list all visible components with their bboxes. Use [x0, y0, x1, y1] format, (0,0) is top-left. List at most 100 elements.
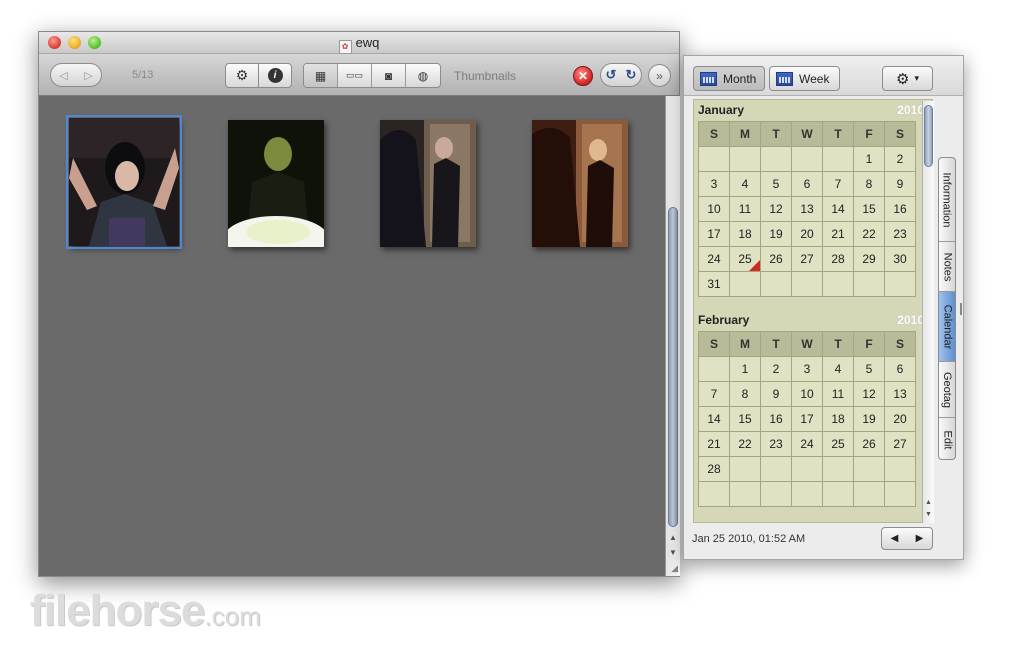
tab-calendar[interactable]: Calendar: [939, 292, 955, 362]
calendar-day[interactable]: 23: [760, 431, 792, 457]
title-bar[interactable]: ✿ ewq: [39, 32, 679, 54]
calendar-day[interactable]: 15: [853, 196, 885, 222]
calendar-day[interactable]: 31: [698, 271, 730, 297]
next-icon[interactable]: ▶: [916, 533, 924, 544]
view-grid-button[interactable]: ▦: [304, 64, 338, 87]
calendar-day[interactable]: 28: [698, 456, 730, 482]
info-button[interactable]: i: [258, 63, 292, 88]
calendar-day[interactable]: 28: [822, 246, 854, 272]
calendar-day[interactable]: 8: [729, 381, 761, 407]
back-icon[interactable]: ◁: [59, 69, 67, 82]
tab-information[interactable]: Information: [939, 158, 955, 242]
calendar-day[interactable]: 14: [822, 196, 854, 222]
calendar-day[interactable]: 13: [884, 381, 916, 407]
calendar-day[interactable]: 5: [853, 356, 885, 382]
calendar-day[interactable]: 16: [760, 406, 792, 432]
view-filmstrip-button[interactable]: ▭▭: [338, 64, 372, 87]
calendar-day[interactable]: 6: [884, 356, 916, 382]
calendar-scroll-thumb[interactable]: [924, 105, 933, 167]
calendar-day[interactable]: 11: [729, 196, 761, 222]
month-view-button[interactable]: Month: [693, 66, 765, 91]
tab-geotag[interactable]: Geotag: [939, 362, 955, 418]
delete-button[interactable]: ✕: [573, 66, 593, 86]
view-single-button[interactable]: ◙: [372, 64, 406, 87]
tab-notes[interactable]: Notes: [939, 242, 955, 292]
calendar-day[interactable]: 10: [791, 381, 823, 407]
calendar-day[interactable]: 3: [791, 356, 823, 382]
photo-thumbnail[interactable]: [532, 120, 628, 247]
forward-icon[interactable]: ▷: [84, 69, 92, 82]
calendar-day[interactable]: 1: [853, 146, 885, 172]
calendar-day[interactable]: 19: [760, 221, 792, 247]
inspector-action-menu[interactable]: ⚙ ▾: [882, 66, 933, 91]
month-name: January: [698, 103, 745, 117]
calendar-day[interactable]: 12: [760, 196, 792, 222]
gear-icon: ⚙: [235, 67, 249, 83]
panel-resize-handle[interactable]: [960, 303, 962, 315]
previous-icon[interactable]: ◀: [891, 533, 899, 544]
calendar-day[interactable]: 27: [884, 431, 916, 457]
calendar-day[interactable]: 3: [698, 171, 730, 197]
calendar-day[interactable]: 7: [698, 381, 730, 407]
calendar-scrollbar[interactable]: ▲ ▼: [922, 101, 934, 523]
calendar-day[interactable]: 15: [729, 406, 761, 432]
scroll-down-icon[interactable]: ▼: [925, 511, 932, 518]
calendar-day[interactable]: 21: [822, 221, 854, 247]
calendar-day[interactable]: 24: [791, 431, 823, 457]
calendar-day[interactable]: 1: [729, 356, 761, 382]
calendar-day[interactable]: 30: [884, 246, 916, 272]
calendar-day[interactable]: 2: [884, 146, 916, 172]
settings-button[interactable]: ⚙: [225, 63, 259, 88]
tab-edit[interactable]: Edit: [939, 418, 955, 459]
calendar-day[interactable]: 25: [822, 431, 854, 457]
weekday-label: S: [884, 331, 916, 357]
calendar-day[interactable]: 20: [884, 406, 916, 432]
calendar-day[interactable]: 4: [729, 171, 761, 197]
view-map-button[interactable]: ◍: [406, 64, 440, 87]
calendar-day[interactable]: 18: [729, 221, 761, 247]
calendar-day[interactable]: 21: [698, 431, 730, 457]
calendar-day[interactable]: 17: [698, 221, 730, 247]
photo-thumbnail[interactable]: [224, 120, 328, 260]
calendar-day[interactable]: 23: [884, 221, 916, 247]
calendar-day[interactable]: 27: [791, 246, 823, 272]
calendar-day[interactable]: 7: [822, 171, 854, 197]
calendar-day[interactable]: 24: [698, 246, 730, 272]
calendar-day[interactable]: 12: [853, 381, 885, 407]
calendar-day[interactable]: 19: [853, 406, 885, 432]
vertical-scrollbar[interactable]: ▲ ▼ ◢: [665, 96, 680, 576]
resize-grip-icon[interactable]: ◢: [671, 563, 678, 574]
calendar-day[interactable]: 26: [853, 431, 885, 457]
calendar-day[interactable]: 6: [791, 171, 823, 197]
calendar-day[interactable]: 2: [760, 356, 792, 382]
calendar-day[interactable]: 17: [791, 406, 823, 432]
week-view-button[interactable]: Week: [769, 66, 840, 91]
calendar-day[interactable]: 9: [884, 171, 916, 197]
calendar-day[interactable]: 22: [853, 221, 885, 247]
calendar-day[interactable]: 5: [760, 171, 792, 197]
rotate-left-icon[interactable]: ↺: [606, 67, 617, 83]
photo-thumbnail[interactable]: [380, 120, 476, 247]
calendar-day[interactable]: 8: [853, 171, 885, 197]
more-button[interactable]: »: [648, 64, 671, 87]
scroll-up-icon[interactable]: ▲: [925, 499, 932, 506]
calendar-day[interactable]: 22: [729, 431, 761, 457]
calendar-day[interactable]: 4: [822, 356, 854, 382]
calendar-day[interactable]: 29: [853, 246, 885, 272]
photo-thumbnail[interactable]: [66, 115, 182, 249]
calendar-day[interactable]: 10: [698, 196, 730, 222]
calendar-day[interactable]: 20: [791, 221, 823, 247]
calendar-day[interactable]: 11: [822, 381, 854, 407]
scroll-down-icon[interactable]: ▼: [669, 548, 677, 557]
rotate-right-icon[interactable]: ↻: [626, 67, 637, 83]
calendar-day[interactable]: 26: [760, 246, 792, 272]
scroll-thumb[interactable]: [668, 207, 678, 527]
calendar-day[interactable]: 14: [698, 406, 730, 432]
scroll-up-icon[interactable]: ▲: [669, 533, 677, 542]
calendar-day[interactable]: 16: [884, 196, 916, 222]
calendar-day[interactable]: 18: [822, 406, 854, 432]
calendar-day[interactable]: 13: [791, 196, 823, 222]
week-row: 3456789: [698, 171, 916, 197]
calendar-day[interactable]: 25: [729, 246, 761, 272]
calendar-day[interactable]: 9: [760, 381, 792, 407]
